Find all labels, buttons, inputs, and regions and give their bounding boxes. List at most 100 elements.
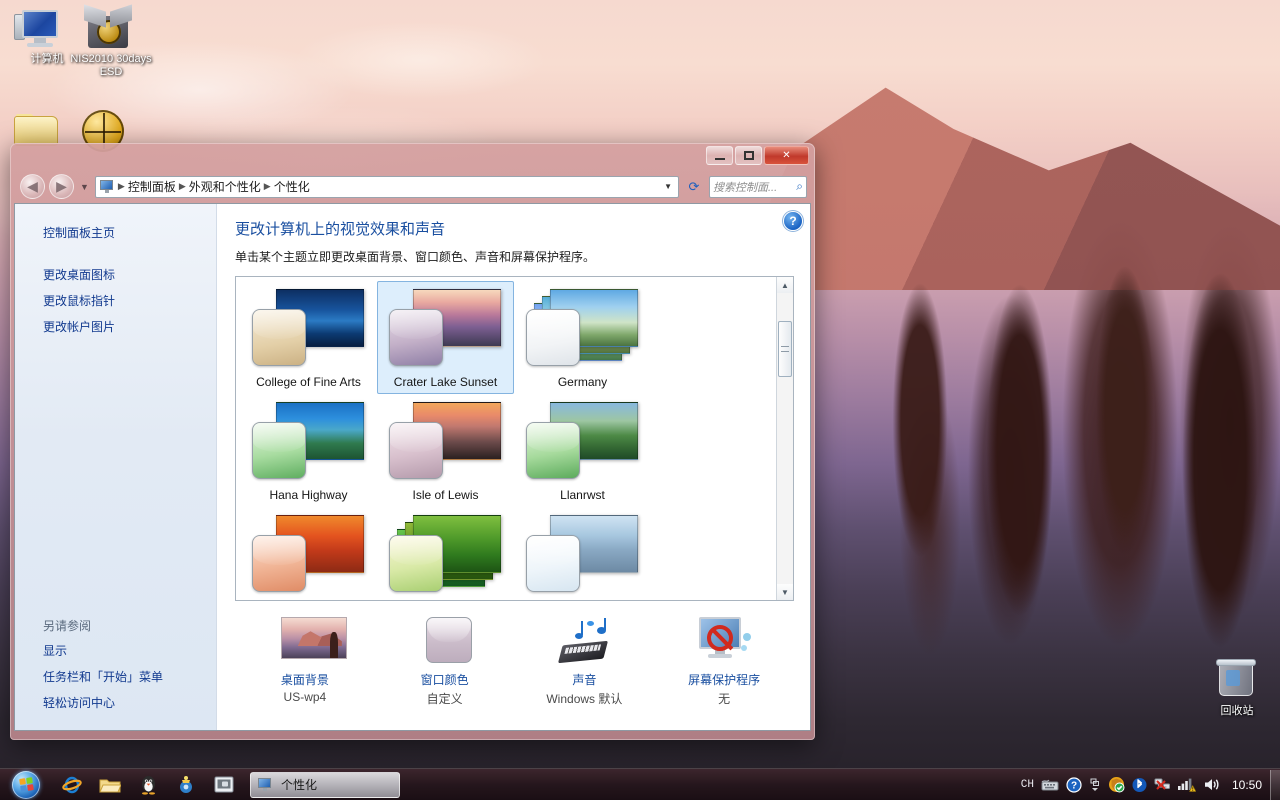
address-bar: ◀ ▶ ▼ ▶ 控制面板 ▶ 外观和个性化 ▶ 个性化 ▼ ⟳ 搜索控制面...… (14, 173, 811, 203)
breadcrumb-personalization[interactable]: 个性化 (272, 178, 312, 195)
desktop-icon-label-line1: NIS2010 (70, 53, 114, 65)
personalization-window[interactable]: ✕ ◀ ▶ ▼ ▶ 控制面板 ▶ 外观和个性化 ▶ 个性化 ▼ ⟳ 搜索控制面.… (10, 143, 815, 740)
input-method-indicator[interactable]: CH (1021, 779, 1034, 791)
breadcrumb-control-panel[interactable]: 控制面板 (126, 178, 178, 195)
setting-value: 自定义 (426, 692, 463, 706)
theme-list-scrollbar[interactable]: ▲ ▼ (776, 277, 793, 600)
theme-label: Hana Highway (269, 488, 348, 502)
help-icon[interactable]: ? (1066, 776, 1082, 793)
theme-label: Llanrwst (560, 488, 605, 502)
history-dropdown-icon[interactable]: ▼ (78, 182, 91, 192)
theme-item[interactable]: College of Fine Arts (240, 281, 377, 394)
volume-icon[interactable] (1203, 777, 1220, 792)
scrollbar-thumb[interactable] (778, 321, 792, 377)
theme-thumbnail (522, 513, 644, 599)
scroll-down-arrow[interactable]: ▼ (777, 584, 793, 600)
scroll-up-arrow[interactable]: ▲ (777, 277, 793, 293)
taskbar-media-player-icon[interactable] (168, 771, 204, 799)
setting-window-color[interactable]: 窗口颜色 自定义 (375, 615, 515, 707)
theme-item[interactable] (240, 507, 377, 600)
setting-value: 无 (718, 692, 731, 706)
window-titlebar[interactable]: ✕ (14, 143, 811, 173)
window-controls: ✕ (706, 146, 809, 165)
page-title: 更改计算机上的视觉效果和声音 (235, 221, 446, 238)
window-color-icon (412, 615, 478, 665)
setting-sound[interactable]: 声音 Windows 默认 (515, 615, 655, 707)
setting-label[interactable]: 窗口颜色 (375, 671, 515, 688)
theme-color-swatch (388, 535, 443, 592)
setting-label[interactable]: 屏幕保护程序 (654, 671, 794, 688)
back-button[interactable]: ◀ (20, 174, 45, 199)
system-tray: CH ? (1021, 769, 1224, 800)
theme-item[interactable]: Germany (514, 281, 651, 394)
show-desktop-button[interactable] (1270, 769, 1280, 800)
theme-color-swatch (251, 422, 306, 479)
sidebar-item-change-mouse-pointers[interactable]: 更改鼠标指针 (15, 288, 216, 314)
theme-item[interactable]: Isle of Lewis (377, 394, 514, 507)
theme-item[interactable] (514, 507, 651, 600)
signal-warning-icon[interactable] (1177, 777, 1196, 792)
security-shield-icon[interactable] (1108, 776, 1125, 793)
theme-label: Isle of Lewis (412, 488, 479, 502)
theme-item[interactable] (377, 507, 514, 600)
bluetooth-icon[interactable] (1132, 777, 1147, 793)
minimize-button[interactable] (706, 146, 733, 165)
sidebar-item-change-desktop-icons[interactable]: 更改桌面图标 (15, 262, 216, 288)
svg-text:?: ? (1071, 780, 1077, 791)
address-dropdown-icon[interactable]: ▼ (660, 182, 676, 191)
desktop-icon-recycle-bin[interactable]: 回收站 (1196, 658, 1278, 718)
start-button[interactable] (2, 770, 50, 800)
theme-thumbnail (248, 400, 370, 486)
theme-label: Germany (557, 375, 608, 389)
search-input[interactable]: 搜索控制面... ⌕ (709, 175, 807, 198)
taskbar-internet-explorer-icon[interactable] (54, 771, 90, 799)
taskbar-qq-penguin-icon[interactable] (130, 771, 166, 799)
sidebar-item-ease-of-access[interactable]: 轻松访问中心 (15, 690, 216, 716)
forward-button[interactable]: ▶ (49, 174, 74, 199)
sidebar-item-home[interactable]: 控制面板主页 (15, 220, 216, 246)
show-hidden-icons-chevron[interactable] (1089, 777, 1101, 793)
breadcrumb-separator: ▶ (178, 181, 186, 191)
close-button[interactable]: ✕ (764, 146, 809, 165)
scrollbar-grip (781, 346, 789, 352)
setting-desktop-background[interactable]: 桌面背景 US-wp4 (235, 615, 375, 707)
setting-screensaver[interactable]: 屏幕保护程序 无 (654, 615, 794, 707)
network-disconnected-icon[interactable] (1154, 777, 1171, 792)
theme-color-swatch (525, 422, 580, 479)
theme-color-swatch (251, 535, 306, 592)
screensaver-icon (691, 615, 757, 665)
search-placeholder: 搜索控制面... (713, 181, 778, 194)
theme-color-swatch (525, 535, 580, 592)
quick-launch-bar (54, 771, 242, 799)
setting-label[interactable]: 桌面背景 (235, 671, 375, 688)
theme-thumbnail (385, 287, 507, 373)
maximize-button[interactable] (735, 146, 762, 165)
sidebar-item-change-account-picture[interactable]: 更改帐户图片 (15, 314, 216, 340)
desktop-icon-nis2010[interactable]: NIS2010 30days ESD (70, 4, 152, 79)
refresh-button[interactable]: ⟳ (683, 176, 705, 198)
theme-item[interactable]: Llanrwst (514, 394, 651, 507)
help-button[interactable]: ? (784, 212, 802, 230)
theme-item[interactable]: Hana Highway (240, 394, 377, 507)
taskbar-screen-capture-icon[interactable] (206, 771, 242, 799)
taskbar-task-label: 个性化 (281, 778, 318, 792)
theme-row: College of Fine Arts Crater Lake Sunset Ge… (240, 281, 776, 394)
theme-item[interactable]: Crater Lake Sunset (377, 281, 514, 394)
desktop-icon-label: 回收站 (1220, 705, 1254, 717)
keyboard-icon[interactable] (1041, 779, 1059, 791)
taskbar-clock[interactable]: 10:50 (1224, 778, 1270, 792)
taskbar-folder-explorer-icon[interactable] (92, 771, 128, 799)
sidebar-item-taskbar-start-menu[interactable]: 任务栏和「开始」菜单 (15, 664, 216, 690)
theme-thumbnail (522, 400, 644, 486)
breadcrumb-appearance[interactable]: 外观和个性化 (187, 178, 263, 195)
sidebar-item-display[interactable]: 显示 (15, 638, 216, 664)
theme-thumbnail (248, 287, 370, 373)
settings-row: 桌面背景 US-wp4 窗口颜色 自定义 声音 Windows 默认 屏幕保护程… (235, 615, 794, 707)
theme-color-swatch (251, 309, 306, 366)
setting-label[interactable]: 声音 (515, 671, 655, 688)
desktop-background-icon (272, 615, 347, 665)
taskbar-task-personalization[interactable]: 个性化 (250, 771, 400, 798)
personalization-icon (257, 777, 273, 792)
breadcrumb-address-field[interactable]: ▶ 控制面板 ▶ 外观和个性化 ▶ 个性化 ▼ (94, 175, 679, 198)
